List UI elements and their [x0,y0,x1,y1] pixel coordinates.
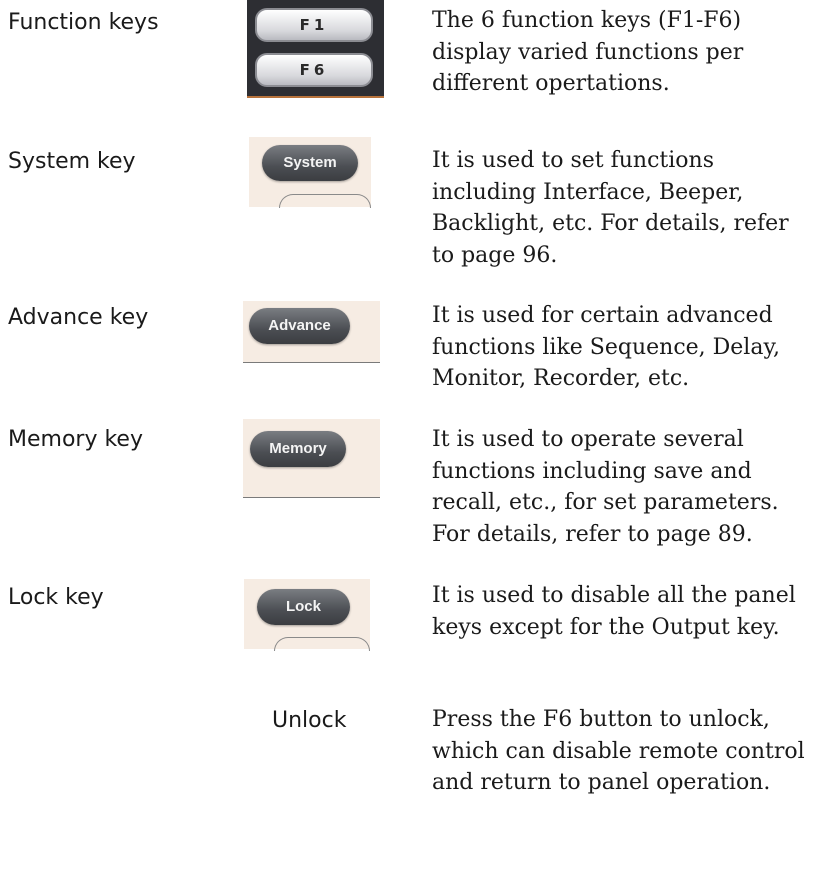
unlock-label: Unlock [272,708,347,733]
advance-key-description: It is used for certain advanced function… [432,303,780,391]
memory-key-icon: Memory [250,431,346,467]
function-keys-label: Function keys [8,10,159,35]
system-key-description: It is used to set functions including In… [432,148,789,268]
key-edge-icon [274,637,370,651]
function-keys-description: The 6 function keys (F1-F6) display vari… [432,8,744,96]
unlock-description: Press the F6 button to unlock, which can… [432,707,805,795]
function-keys-image: F1 F6 [247,0,384,98]
key-baseline [243,362,380,363]
f6-key-icon: F6 [255,53,373,87]
memory-key-description: It is used to operate several functions … [432,427,779,547]
advance-key-icon: Advance [249,308,350,344]
lock-key-image: Lock [244,579,370,651]
system-key-label: System key [8,149,136,174]
lock-key-label: Lock key [8,585,104,610]
key-edge-icon [279,194,371,208]
advance-key-image: Advance [243,301,380,362]
lock-key-icon: Lock [257,589,350,625]
system-key-image: System [249,137,371,208]
memory-key-label: Memory key [8,427,143,452]
key-baseline [243,497,380,498]
advance-key-label: Advance key [8,305,149,330]
system-key-icon: System [262,145,358,181]
f1-key-icon: F1 [255,8,373,42]
lock-key-description: It is used to disable all the panel keys… [432,583,796,640]
memory-key-image: Memory [243,419,380,497]
